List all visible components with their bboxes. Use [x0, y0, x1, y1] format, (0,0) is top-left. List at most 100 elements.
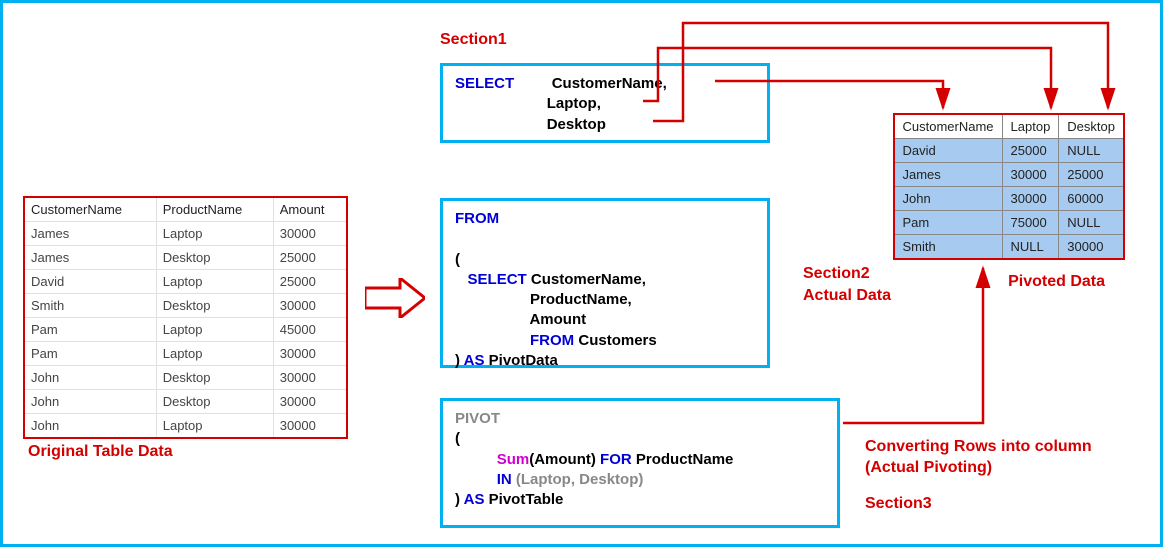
col-header: Laptop — [1002, 114, 1059, 139]
col-header: CustomerName — [24, 197, 156, 222]
keyword-from: FROM — [530, 332, 574, 349]
table-header-row: CustomerName Laptop Desktop — [894, 114, 1125, 139]
table-cell: James — [24, 246, 156, 270]
table-cell: 25000 — [273, 246, 347, 270]
table-row: SmithDesktop30000 — [24, 294, 347, 318]
select-col: Laptop — [547, 95, 597, 112]
table-cell: Laptop — [156, 222, 273, 246]
select-col: Desktop — [547, 116, 606, 133]
col-header: Amount — [273, 197, 347, 222]
table-row: DavidLaptop25000 — [24, 270, 347, 294]
label-section3: Section3 — [865, 495, 932, 513]
table-cell: Laptop — [156, 342, 273, 366]
label-pivoted: Pivoted Data — [1008, 273, 1105, 291]
pivoted-table: CustomerName Laptop Desktop David25000NU… — [893, 113, 1126, 260]
table-cell: David — [24, 270, 156, 294]
keyword-for: FOR — [600, 451, 632, 468]
keyword-select: SELECT — [455, 75, 514, 92]
label-section2a: Section2 — [803, 265, 870, 283]
table-row: JamesLaptop30000 — [24, 222, 347, 246]
col-header: ProductName — [156, 197, 273, 222]
codebox-select: SELECT CustomerName, Laptop, Desktop — [440, 63, 770, 143]
table-row: Pam75000NULL — [894, 211, 1125, 235]
table-cell: David — [894, 139, 1003, 163]
table-row: PamLaptop45000 — [24, 318, 347, 342]
alias: PivotData — [489, 352, 558, 369]
table-cell: James — [24, 222, 156, 246]
table-cell: John — [24, 414, 156, 439]
table-cell: 30000 — [273, 390, 347, 414]
keyword-as: AS — [464, 352, 485, 369]
table-cell: 60000 — [1059, 187, 1124, 211]
label-sec3-line1: Converting Rows into column — [865, 438, 1092, 456]
col: Amount — [529, 311, 586, 328]
table-cell: 25000 — [273, 270, 347, 294]
table-header-row: CustomerName ProductName Amount — [24, 197, 347, 222]
table-cell: 25000 — [1002, 139, 1059, 163]
table-cell: 25000 — [1059, 163, 1124, 187]
table-cell: John — [24, 390, 156, 414]
paren-open: ( — [455, 251, 460, 268]
label-sec3-line2: (Actual Pivoting) — [865, 459, 992, 477]
table-cell: 30000 — [1059, 235, 1124, 260]
keyword-in: IN — [497, 471, 512, 488]
keyword-from: FROM — [455, 210, 499, 227]
for-col: ProductName — [636, 451, 734, 468]
col: CustomerName — [531, 271, 642, 288]
keyword-as: AS — [464, 491, 485, 508]
original-table: CustomerName ProductName Amount JamesLap… — [23, 196, 348, 439]
table-cell: 45000 — [273, 318, 347, 342]
table-cell: 30000 — [273, 342, 347, 366]
table-row: JohnLaptop30000 — [24, 414, 347, 439]
alias: PivotTable — [489, 491, 564, 508]
label-section2b: Actual Data — [803, 287, 891, 305]
table-row: JohnDesktop30000 — [24, 366, 347, 390]
table-cell: 30000 — [273, 222, 347, 246]
table-row: James3000025000 — [894, 163, 1125, 187]
paren-close: ) — [455, 352, 460, 369]
keyword-pivot: PIVOT — [455, 410, 500, 427]
table-cell: Pam — [24, 318, 156, 342]
table-cell: 30000 — [273, 294, 347, 318]
sum-args: (Amount) — [529, 451, 596, 468]
table-cell: 30000 — [273, 414, 347, 439]
table-cell: Smith — [894, 235, 1003, 260]
col-header: Desktop — [1059, 114, 1124, 139]
table-cell: Pam — [894, 211, 1003, 235]
table-cell: Smith — [24, 294, 156, 318]
table-cell: Pam — [24, 342, 156, 366]
table-cell: Laptop — [156, 318, 273, 342]
paren-open: ( — [455, 430, 460, 447]
codebox-from: FROM ( SELECT CustomerName, ProductName,… — [440, 198, 770, 368]
table-cell: Laptop — [156, 270, 273, 294]
paren-close: ) — [455, 491, 460, 508]
in-list: (Laptop, Desktop) — [516, 471, 644, 488]
tablename: Customers — [578, 332, 656, 349]
table-cell: Laptop — [156, 414, 273, 439]
select-col: CustomerName — [552, 75, 663, 92]
table-cell: NULL — [1059, 211, 1124, 235]
label-section1: Section1 — [440, 31, 507, 49]
codebox-pivot: PIVOT ( Sum(Amount) FOR ProductName IN (… — [440, 398, 840, 528]
table-cell: NULL — [1002, 235, 1059, 260]
label-original: Original Table Data — [28, 443, 173, 461]
table-cell: 30000 — [273, 366, 347, 390]
table-cell: 75000 — [1002, 211, 1059, 235]
table-cell: Desktop — [156, 246, 273, 270]
table-row: JamesDesktop25000 — [24, 246, 347, 270]
col: ProductName — [530, 291, 628, 308]
table-row: SmithNULL30000 — [894, 235, 1125, 260]
table-cell: James — [894, 163, 1003, 187]
big-arrow-icon — [365, 278, 425, 318]
table-row: JohnDesktop30000 — [24, 390, 347, 414]
func-sum: Sum — [497, 451, 530, 468]
col-header: CustomerName — [894, 114, 1003, 139]
table-cell: Desktop — [156, 294, 273, 318]
table-cell: John — [894, 187, 1003, 211]
table-row: PamLaptop30000 — [24, 342, 347, 366]
table-cell: 30000 — [1002, 163, 1059, 187]
table-cell: 30000 — [1002, 187, 1059, 211]
table-cell: Desktop — [156, 366, 273, 390]
table-row: David25000NULL — [894, 139, 1125, 163]
diagram-canvas: Section1 Section2 Actual Data Converting… — [0, 0, 1163, 547]
